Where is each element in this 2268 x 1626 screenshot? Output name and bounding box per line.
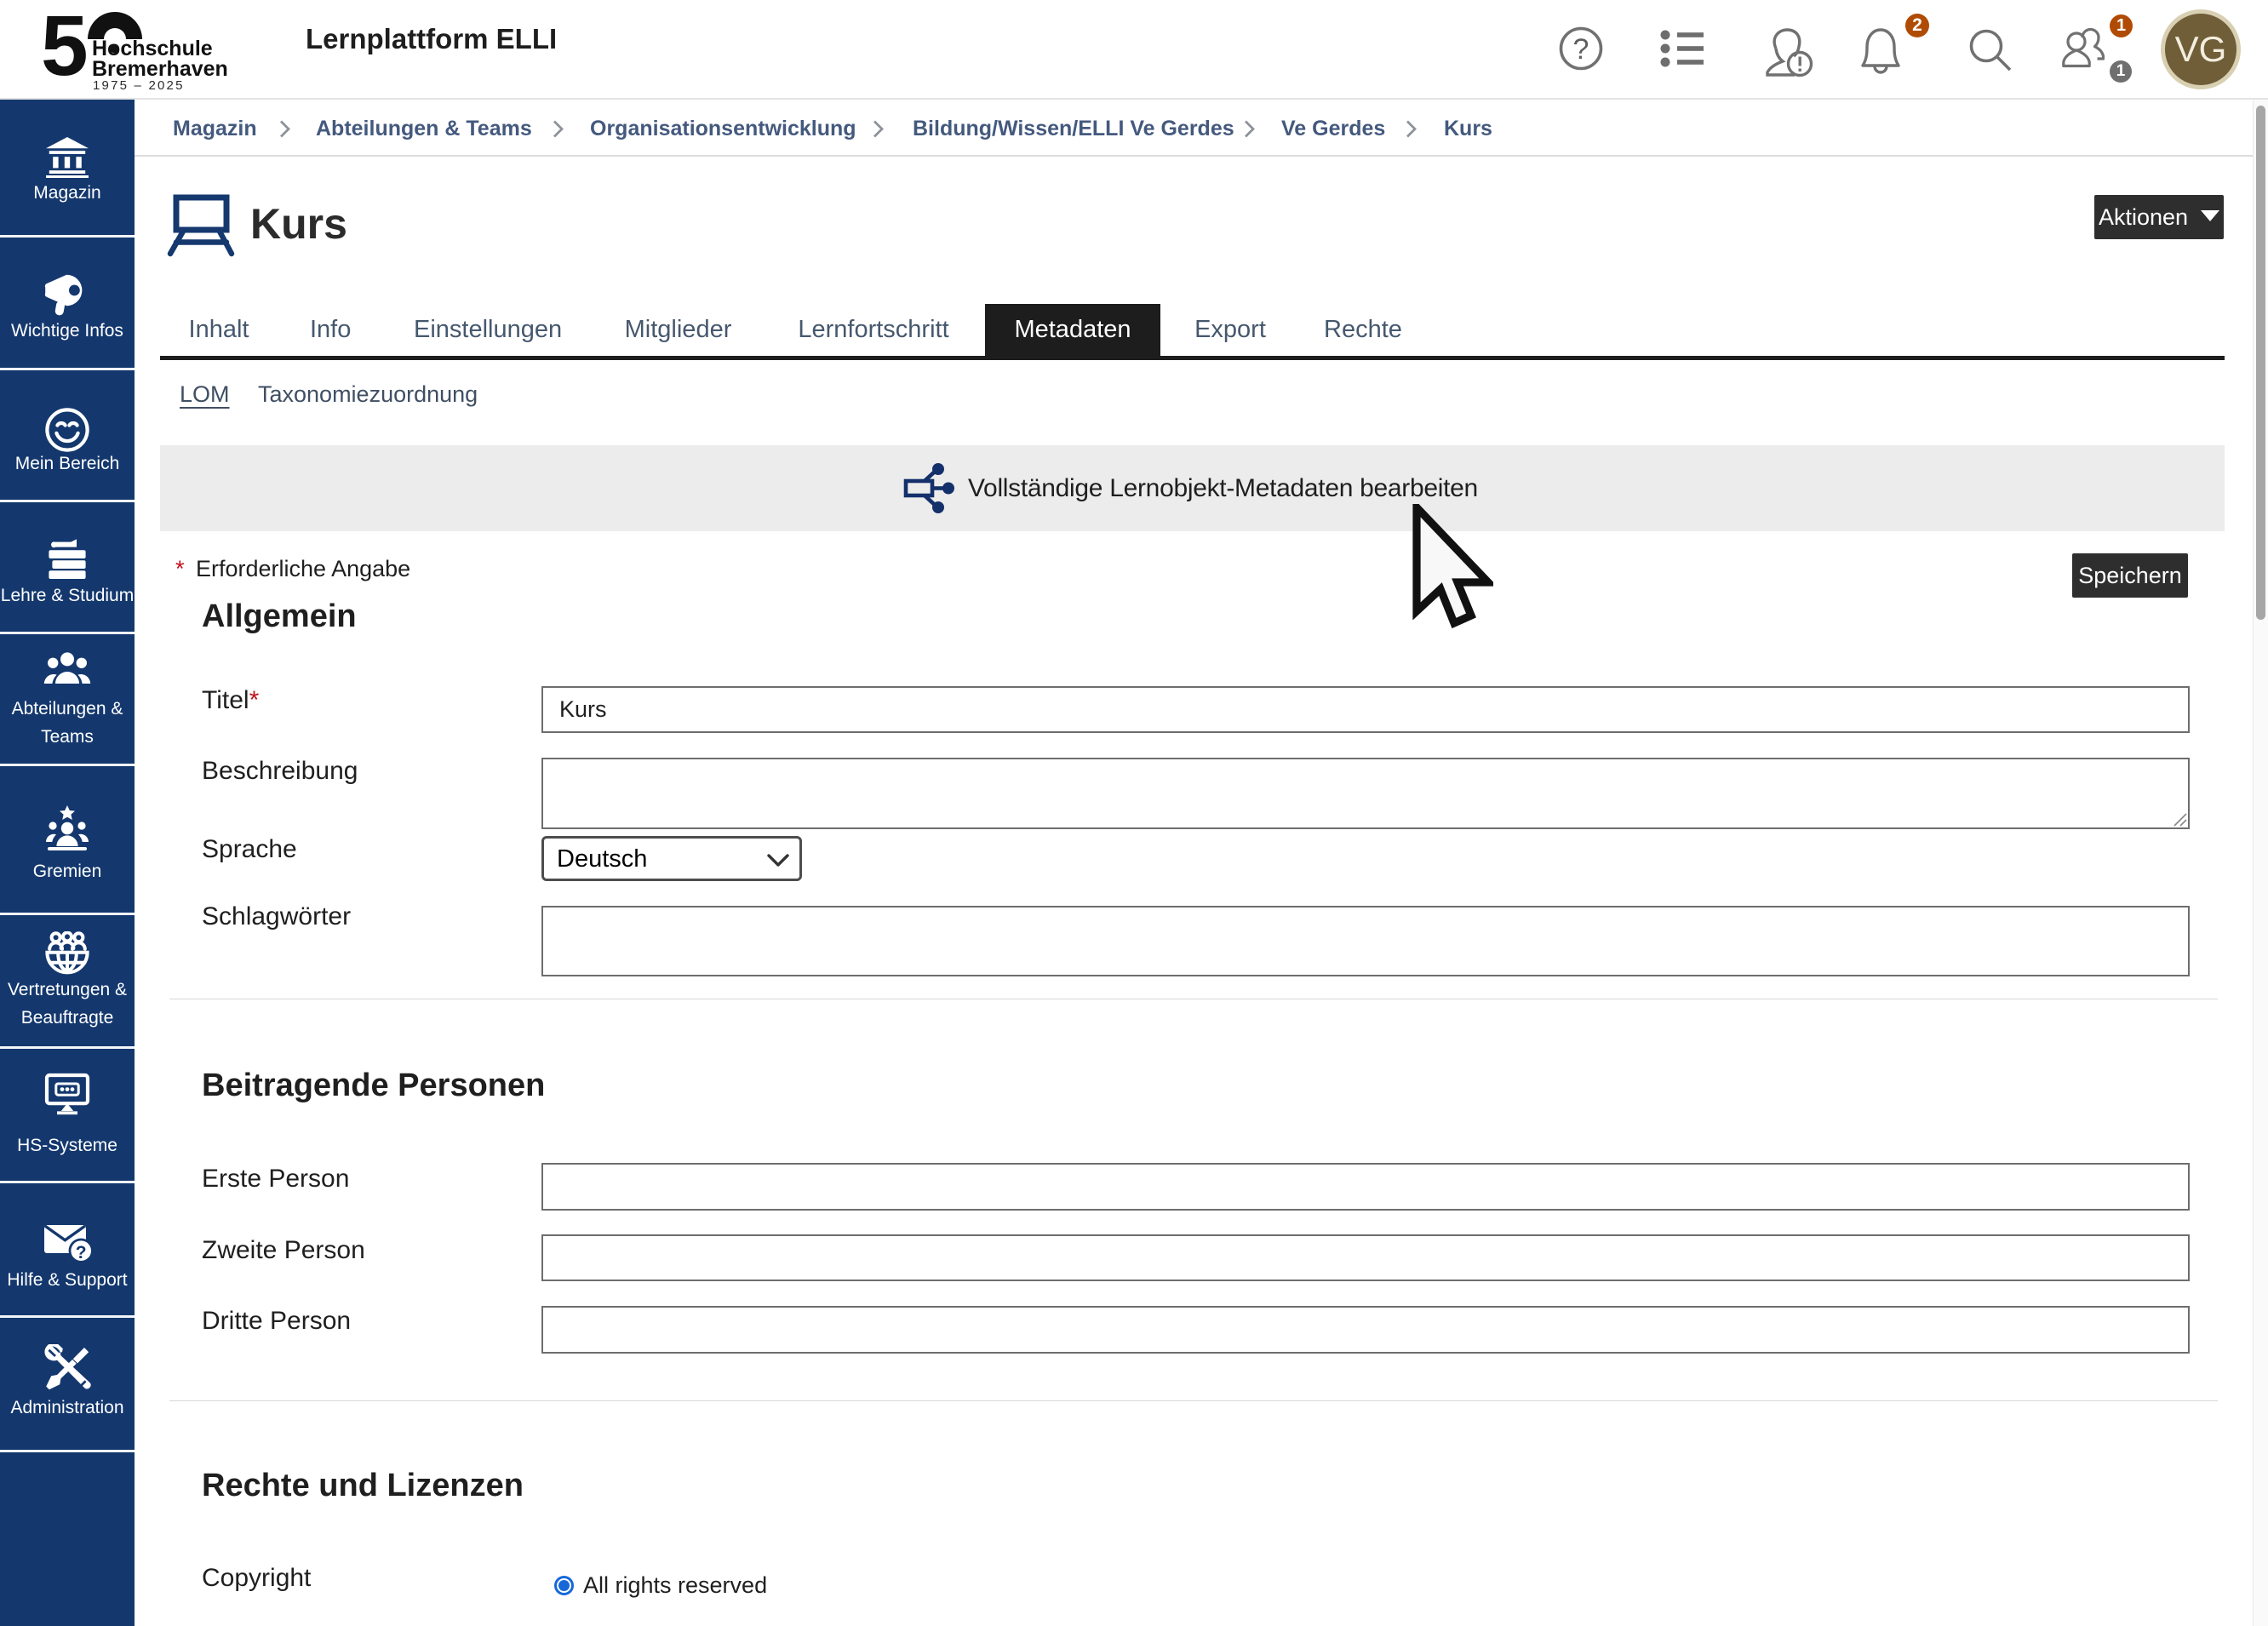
svg-text:?: ?	[1573, 33, 1589, 66]
svg-text:?: ?	[76, 1243, 87, 1262]
